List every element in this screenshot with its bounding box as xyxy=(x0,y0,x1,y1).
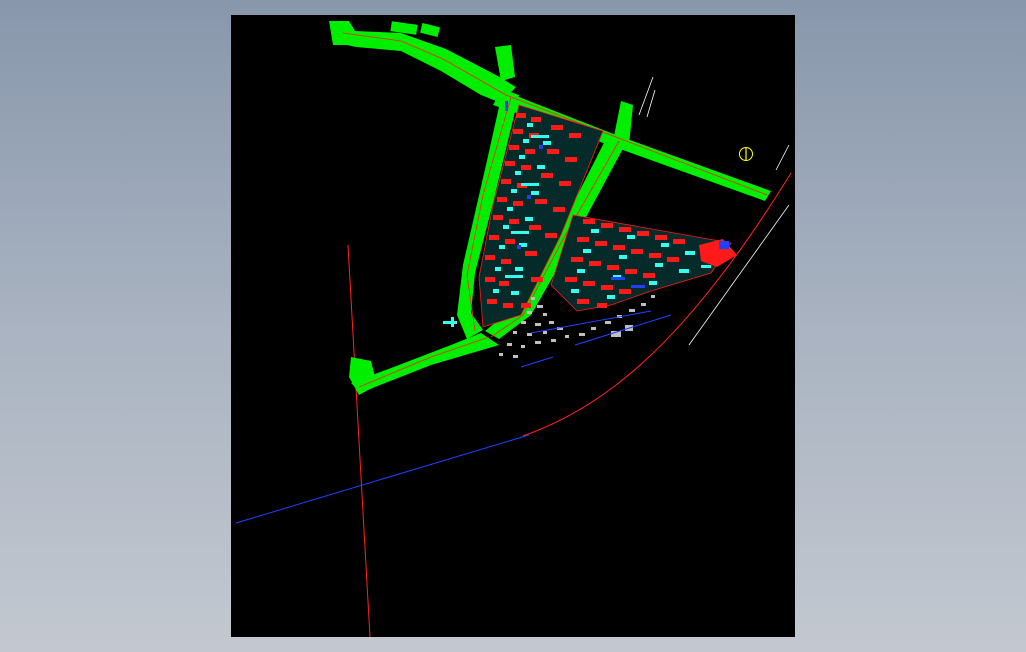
cad-drawing-viewport[interactable]: N xyxy=(231,15,795,637)
survey-marker xyxy=(443,317,457,327)
survey-line-blue xyxy=(235,434,530,524)
survey-line-red xyxy=(347,244,371,637)
building-cluster-east xyxy=(550,214,737,312)
site-plan-drawing: N xyxy=(235,21,792,637)
north-arrow-icon xyxy=(739,147,753,161)
north-symbol-glyph: N xyxy=(744,138,749,145)
utility-lines xyxy=(520,310,672,368)
